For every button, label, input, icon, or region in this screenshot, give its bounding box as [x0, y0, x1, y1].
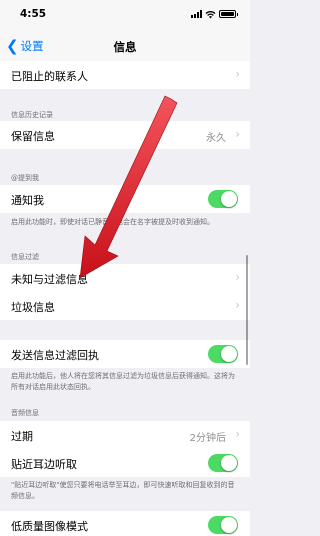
annotation-arrow: [79, 95, 178, 279]
